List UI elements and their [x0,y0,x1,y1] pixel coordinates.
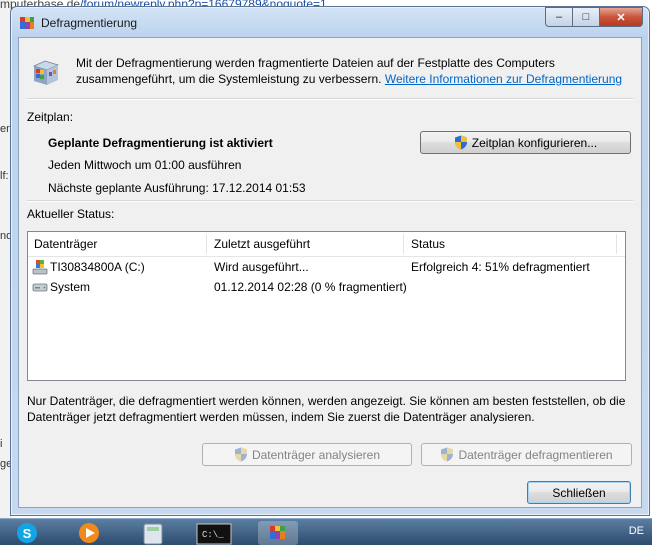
separator [27,200,633,202]
analyze-disk-label: Datenträger analysieren [251,447,381,462]
uac-shield-icon [234,447,247,462]
close-window-button[interactable]: ✕ [599,7,643,27]
defrag-window: Defragmentierung – □ ✕ Mit der Defragmen… [10,6,650,516]
maximize-button[interactable]: □ [572,7,599,27]
uac-shield-icon [441,447,454,462]
schedule-run-time: Jeden Mittwoch um 01:00 ausführen [48,158,242,172]
svg-text:S: S [23,526,32,541]
taskbar: S C:\_ DE [0,518,652,545]
skype-icon[interactable]: S [10,521,44,545]
configure-schedule-button[interactable]: Zeitplan konfigurieren... [420,131,631,154]
analyze-disk-button[interactable]: Datenträger analysieren [202,443,412,466]
drive-name: TI30834800A (C:) [50,260,145,274]
schedule-status: Geplante Defragmentierung ist aktiviert [48,136,273,150]
drive-status: Erfolgreich 4: 51% defragmentiert [411,260,590,274]
drive-list[interactable]: Datenträger Zuletzt ausgeführt Status TI… [27,231,626,381]
svg-text:C:\_: C:\_ [202,530,224,540]
window-controls: – □ ✕ [545,7,643,27]
current-status-label: Aktueller Status: [27,207,115,221]
media-player-icon[interactable] [72,521,106,545]
close-button-label: Schließen [552,485,606,500]
cmd-icon[interactable]: C:\_ [194,521,234,545]
defrag-large-icon [33,60,59,85]
background-text: lf: [0,170,9,182]
column-divider[interactable] [616,234,617,254]
disk-drive-icon [32,283,48,292]
info-note: Nur Datenträger, die defragmentiert werd… [27,394,626,424]
drive-name: System [50,280,91,294]
more-info-link[interactable]: Weitere Informationen zur Defragmentieru… [385,72,622,86]
schedule-label: Zeitplan: [27,110,74,124]
drive-last-run: Wird ausgeführt... [214,260,309,274]
defragment-disk-label: Datenträger defragmentieren [458,447,613,462]
defragment-disk-button[interactable]: Datenträger defragmentieren [421,443,632,466]
uac-shield-icon [454,135,467,150]
table-row[interactable]: System 01.12.2014 02:28 (0 % fragmentier… [28,277,625,297]
separator [27,98,633,100]
language-indicator[interactable]: DE [629,525,644,537]
column-divider[interactable] [206,234,207,254]
close-button[interactable]: Schließen [527,481,631,504]
list-header: Datenträger Zuletzt ausgeführt Status [28,232,625,257]
defrag-icon[interactable] [258,521,298,545]
drive-last-run: 01.12.2014 02:28 (0 % fragmentiert) [214,280,407,294]
title-bar[interactable]: Defragmentierung – □ ✕ [11,7,649,37]
column-header-drive[interactable]: Datenträger [34,237,97,251]
minimize-button[interactable]: – [545,7,572,27]
configure-schedule-label: Zeitplan konfigurieren... [471,135,598,150]
calculator-icon[interactable] [136,521,170,545]
defrag-app-icon [20,17,34,29]
table-row[interactable]: TI30834800A (C:) Wird ausgeführt... Erfo… [28,257,625,277]
dialog-content: Mit der Defragmentierung werden fragment… [18,37,642,508]
intro-description: Mit der Defragmentierung werden fragment… [76,55,631,87]
column-header-last-run[interactable]: Zuletzt ausgeführt [214,237,310,251]
windows-drive-icon [32,260,48,275]
column-header-status[interactable]: Status [411,237,445,251]
schedule-next-run: Nächste geplante Ausführung: 17.12.2014 … [48,181,306,195]
column-divider[interactable] [403,234,404,254]
background-text: i [0,438,3,450]
window-title: Defragmentierung [41,16,138,30]
